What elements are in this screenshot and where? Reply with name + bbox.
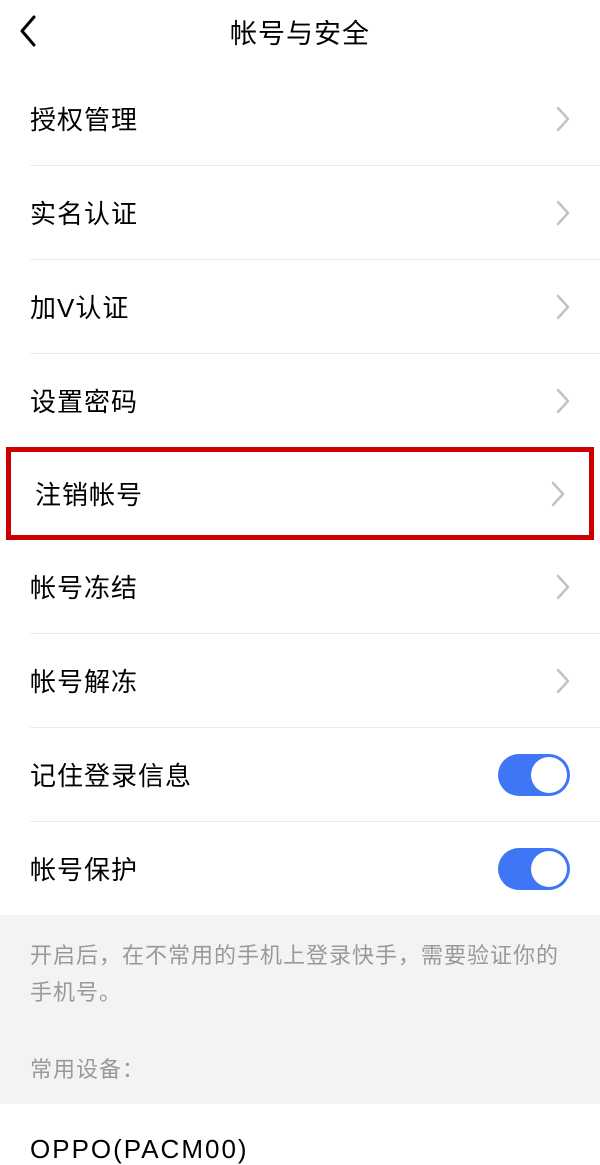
back-button[interactable] xyxy=(18,15,36,47)
chevron-right-icon xyxy=(556,294,570,320)
settings-list: 授权管理 实名认证 加V认证 设置密码 注销帐号 帐号冻结 帐号解冻 记住登录信… xyxy=(0,72,600,915)
list-item-auth-management[interactable]: 授权管理 xyxy=(0,72,600,165)
list-item-label: 加V认证 xyxy=(30,288,129,325)
toggle-knob xyxy=(531,757,567,793)
chevron-right-icon xyxy=(556,574,570,600)
chevron-right-icon xyxy=(556,388,570,414)
list-item-label: 授权管理 xyxy=(30,100,138,137)
devices-label: 常用设备： xyxy=(30,1052,570,1084)
chevron-right-icon xyxy=(556,668,570,694)
list-item-unfreeze-account[interactable]: 帐号解冻 xyxy=(0,634,600,727)
chevron-left-icon xyxy=(18,15,36,47)
list-item-label: 帐号保护 xyxy=(30,850,138,887)
page-header: 帐号与安全 xyxy=(0,0,600,62)
list-item-cancel-account[interactable]: 注销帐号 xyxy=(11,452,589,535)
list-item-label: 记住登录信息 xyxy=(30,756,192,793)
list-item-remember-login: 记住登录信息 xyxy=(0,728,600,821)
toggle-knob xyxy=(531,851,567,887)
list-item-freeze-account[interactable]: 帐号冻结 xyxy=(0,540,600,633)
list-item-v-certify[interactable]: 加V认证 xyxy=(0,260,600,353)
chevron-right-icon xyxy=(556,200,570,226)
highlight-annotation: 注销帐号 xyxy=(6,447,594,540)
device-list: OPPO(PACM00) xyxy=(0,1104,600,1165)
list-item-label: 帐号冻结 xyxy=(30,568,138,605)
list-item-account-protection: 帐号保护 xyxy=(0,822,600,915)
list-item-real-name-auth[interactable]: 实名认证 xyxy=(0,166,600,259)
list-item-label: 注销帐号 xyxy=(35,475,143,512)
toggle-account-protection[interactable] xyxy=(498,848,570,890)
toggle-remember-login[interactable] xyxy=(498,754,570,796)
list-item-label: 设置密码 xyxy=(30,382,138,419)
list-item-label: 帐号解冻 xyxy=(30,662,138,699)
device-item[interactable]: OPPO(PACM00) xyxy=(30,1134,570,1165)
page-title: 帐号与安全 xyxy=(20,12,580,51)
list-item-label: 实名认证 xyxy=(30,194,138,231)
footer-section: 开启后，在不常用的手机上登录快手，需要验证你的手机号。 常用设备： xyxy=(0,915,600,1104)
list-item-set-password[interactable]: 设置密码 xyxy=(0,354,600,447)
chevron-right-icon xyxy=(551,481,565,507)
chevron-right-icon xyxy=(556,106,570,132)
protection-hint-text: 开启后，在不常用的手机上登录快手，需要验证你的手机号。 xyxy=(30,937,570,1012)
